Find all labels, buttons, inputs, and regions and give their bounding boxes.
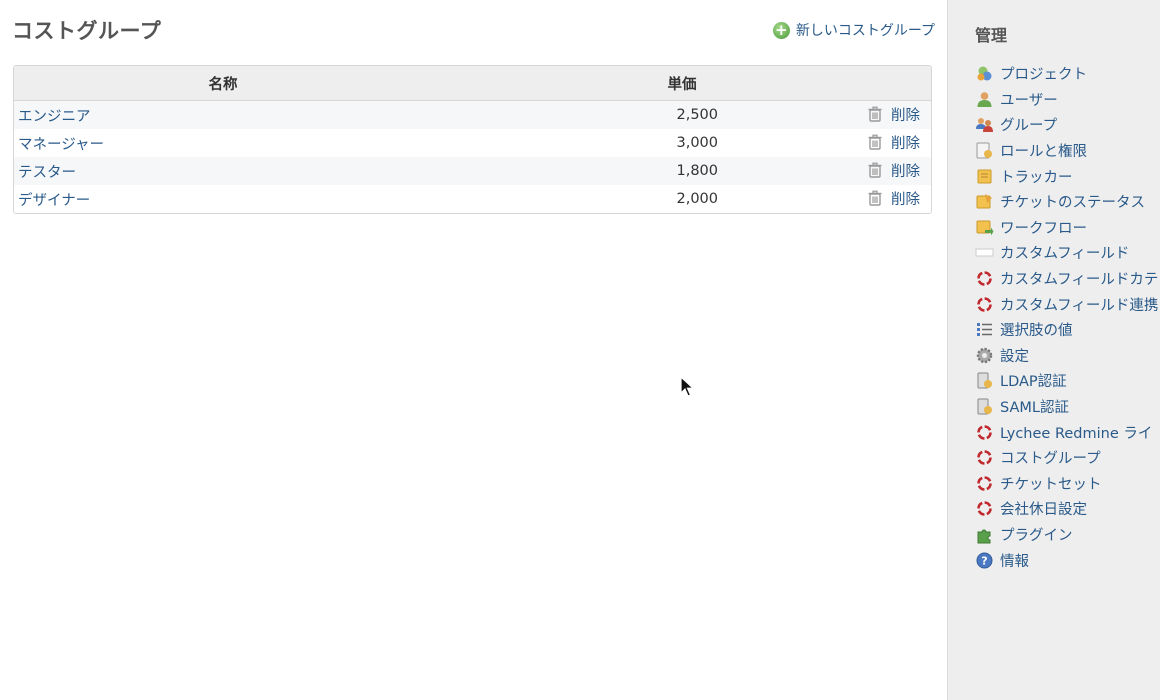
delete-label: 削除 (891, 135, 920, 152)
sidebar-item-groups[interactable]: グループ (975, 112, 1158, 138)
sidebar-item-label: カスタムフィールドカテ (1000, 272, 1159, 289)
sidebar-item-custom-field-links[interactable]: カスタムフィールド連携 (975, 291, 1158, 317)
sidebar-item-issue-sets[interactable]: チケットセット (975, 471, 1158, 497)
cost-group-name-link[interactable]: テスター (18, 165, 76, 181)
sidebar-item-saml[interactable]: SAML認証 (975, 394, 1158, 420)
column-header-actions (722, 66, 931, 101)
sidebar-item-projects[interactable]: プロジェクト (975, 61, 1158, 87)
new-cost-group-link[interactable]: + 新しいコストグループ (772, 20, 935, 40)
issue-status-icon (976, 194, 992, 209)
server-auth-icon (977, 398, 992, 415)
lychee-icon (977, 296, 992, 312)
sidebar-item-issue-statuses[interactable]: チケットのステータス (975, 189, 1158, 215)
trash-icon (868, 162, 882, 178)
svg-text:?: ? (981, 554, 987, 567)
help-icon: ? (976, 552, 993, 569)
plugin-icon (977, 529, 991, 544)
sidebar-item-label: プラグイン (1000, 527, 1073, 544)
sidebar-item-label: ワークフロー (1000, 220, 1087, 237)
table-row: マネージャー 3,000 削除 (14, 129, 931, 157)
sidebar-item-users[interactable]: ユーザー (975, 87, 1158, 113)
sidebar-item-roles[interactable]: ロールと権限 (975, 138, 1158, 164)
sidebar-item-label: カスタムフィールド連携 (1000, 297, 1159, 314)
delete-button[interactable]: 削除 (867, 132, 920, 153)
delete-button[interactable]: 削除 (867, 188, 920, 209)
custom-field-icon (975, 248, 994, 257)
sidebar-item-cost-groups[interactable]: コストグループ (975, 445, 1158, 471)
table-row: テスター 1,800 削除 (14, 157, 931, 185)
sidebar-item-trackers[interactable]: トラッカー (975, 163, 1158, 189)
lychee-icon (977, 271, 992, 286)
lychee-icon (977, 424, 992, 440)
sidebar-item-info[interactable]: ? 情報 (975, 547, 1158, 573)
lychee-icon (977, 450, 992, 466)
admin-sidebar: 管理 プロジェクト ユーザー グループ ロールと権限 トラッカー チケットのステ… (947, 0, 1160, 700)
user-icon (977, 92, 992, 107)
cost-group-table: 名称 単価 エンジニア 2,500 削除 マネージャー 3,000 削除 テスタ… (13, 65, 932, 214)
sidebar-item-label: プロジェクト (1000, 67, 1087, 84)
delete-button[interactable]: 削除 (867, 160, 920, 181)
trash-icon (868, 106, 882, 122)
cost-group-name-link[interactable]: マネージャー (18, 137, 104, 153)
delete-button[interactable]: 削除 (867, 104, 920, 125)
workflow-icon (976, 220, 994, 236)
column-header-name[interactable]: 名称 (14, 66, 432, 101)
main-content: コストグループ + 新しいコストグループ 名称 単価 エンジニア 2,500 削… (0, 0, 948, 700)
sidebar-item-custom-fields[interactable]: カスタムフィールド (975, 240, 1158, 266)
sidebar-item-label: LDAP認証 (1000, 374, 1067, 391)
cost-group-price: 1,800 (432, 157, 722, 185)
lychee-icon (977, 501, 992, 517)
sidebar-item-plugins[interactable]: プラグイン (975, 522, 1158, 548)
sidebar-item-enumerations[interactable]: 選択肢の値 (975, 317, 1158, 343)
sidebar-item-label: チケットのステータス (1000, 195, 1145, 212)
add-icon: + (772, 21, 790, 39)
sidebar-item-label: ユーザー (1000, 92, 1058, 109)
admin-menu: プロジェクト ユーザー グループ ロールと権限 トラッカー チケットのステータス… (975, 61, 1158, 573)
cost-group-name-link[interactable]: エンジニア (18, 109, 91, 125)
table-row: デザイナー 2,000 削除 (14, 185, 931, 213)
table-header-row: 名称 単価 (14, 66, 931, 101)
cost-group-name-link[interactable]: デザイナー (18, 193, 90, 209)
tracker-icon (977, 169, 992, 184)
sidebar-item-label: 会社休日設定 (1000, 502, 1087, 519)
sidebar-item-label: 情報 (1000, 553, 1029, 570)
delete-label: 削除 (891, 191, 920, 208)
sidebar-item-workflows[interactable]: ワークフロー (975, 215, 1158, 241)
trash-icon (868, 134, 882, 150)
gear-icon (976, 347, 993, 364)
sidebar-item-label: トラッカー (1000, 169, 1073, 186)
sidebar-item-company-holidays[interactable]: 会社休日設定 (975, 496, 1158, 522)
server-auth-icon (977, 372, 992, 389)
page-title: コストグループ (12, 19, 162, 43)
sidebar-item-label: グループ (1000, 118, 1058, 135)
delete-label: 削除 (891, 163, 920, 180)
mouse-cursor-icon (680, 376, 694, 397)
trash-icon (868, 190, 882, 206)
sidebar-item-settings[interactable]: 設定 (975, 343, 1158, 369)
sidebar-item-lychee-license[interactable]: Lychee Redmine ライ (975, 419, 1158, 445)
sidebar-title: 管理 (975, 26, 1008, 45)
cost-group-price: 2,000 (432, 185, 722, 213)
sidebar-item-custom-field-categories[interactable]: カスタムフィールドカテ (975, 266, 1158, 292)
sidebar-item-label: コストグループ (1000, 451, 1101, 468)
sidebar-item-label: カスタムフィールド (1000, 246, 1130, 263)
group-icon (976, 118, 993, 133)
sidebar-item-label: チケットセット (1000, 476, 1102, 493)
table-row: エンジニア 2,500 削除 (14, 100, 931, 129)
column-header-price[interactable]: 単価 (432, 66, 722, 101)
roles-icon (976, 142, 992, 159)
sidebar-item-label: Lychee Redmine ライ (1000, 425, 1153, 442)
sidebar-item-label: SAML認証 (1000, 400, 1069, 417)
sidebar-item-label: ロールと権限 (1000, 144, 1087, 161)
cost-group-price: 2,500 (432, 100, 722, 129)
lychee-icon (977, 475, 992, 491)
sidebar-item-label: 設定 (1000, 348, 1029, 365)
list-icon (977, 323, 992, 337)
projects-icon (977, 66, 992, 81)
sidebar-item-label: 選択肢の値 (1000, 323, 1073, 340)
new-cost-group-label: 新しいコストグループ (795, 23, 935, 39)
sidebar-item-ldap[interactable]: LDAP認証 (975, 368, 1158, 394)
cost-group-price: 3,000 (432, 129, 722, 157)
delete-label: 削除 (891, 107, 920, 124)
